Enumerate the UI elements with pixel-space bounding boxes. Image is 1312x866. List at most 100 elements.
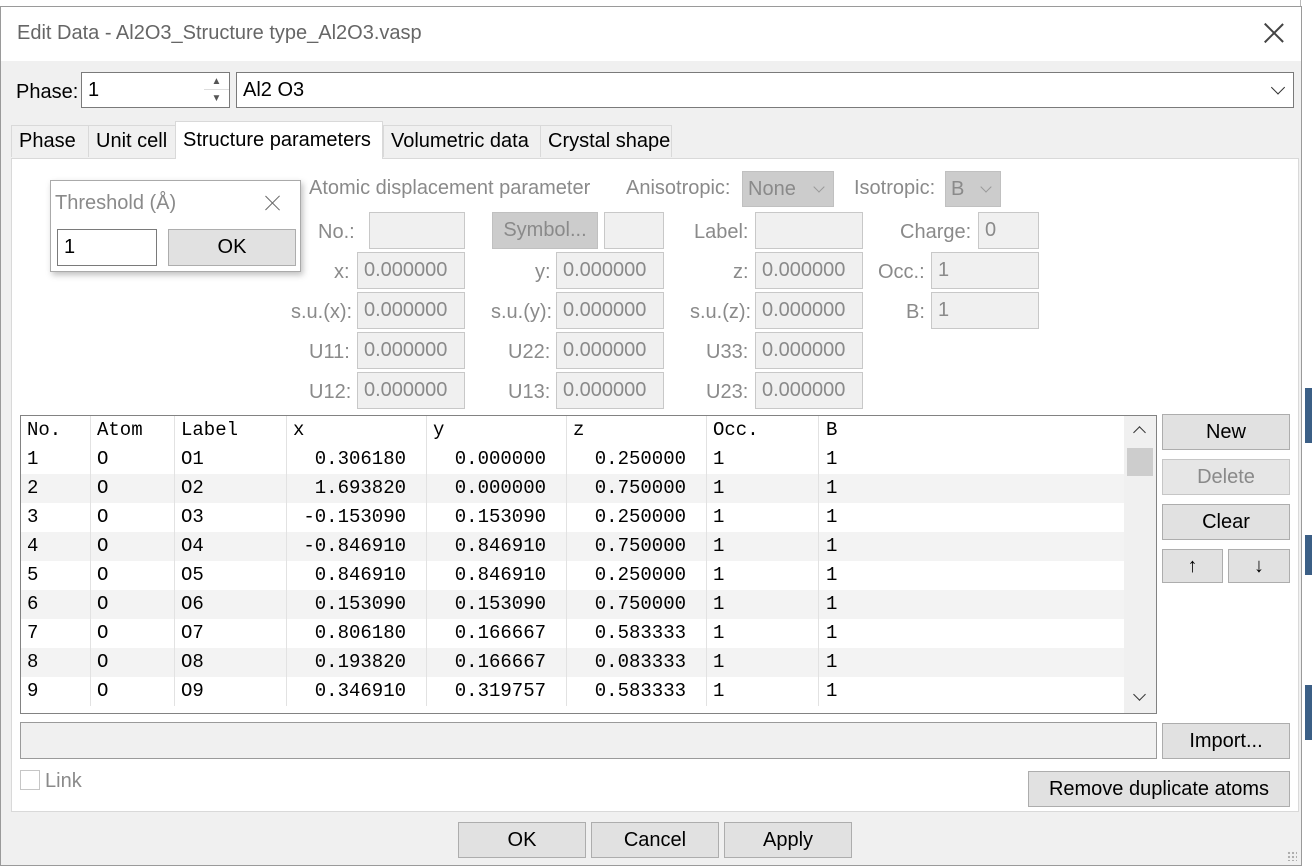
cell-x: -0.153090 <box>303 506 406 528</box>
arrow-up-icon: ↑ <box>1187 554 1198 577</box>
u12-field[interactable]: 0.000000 <box>357 372 465 409</box>
x-field[interactable]: 0.000000 <box>357 252 465 289</box>
import-button-label: Import... <box>1189 729 1263 752</box>
suy-value: 0.000000 <box>563 299 647 321</box>
isotropic-select[interactable]: B <box>945 171 1001 207</box>
u33-value: 0.000000 <box>762 339 846 361</box>
arrow-down-icon: ↓ <box>1254 554 1264 577</box>
table-scrollbar[interactable] <box>1124 416 1156 713</box>
no-field[interactable] <box>369 212 465 249</box>
scroll-thumb[interactable] <box>1127 448 1153 476</box>
close-icon[interactable] <box>263 193 283 213</box>
resize-grip-icon[interactable] <box>1287 851 1297 861</box>
column-divider <box>818 474 819 503</box>
table-row[interactable]: 1 O O1 0.306180 0.000000 0.250000 1 1 <box>21 445 1125 474</box>
u33-field[interactable]: 0.000000 <box>755 332 863 369</box>
u11-value: 0.000000 <box>364 339 448 361</box>
column-divider <box>90 648 91 677</box>
header-no[interactable]: No. <box>27 419 61 441</box>
header-label[interactable]: Label <box>181 419 238 441</box>
threshold-value: 1 <box>64 236 76 258</box>
cell-b: 1 <box>826 680 838 702</box>
header-z[interactable]: z <box>573 419 584 441</box>
suz-label: s.u.(z): <box>690 301 752 323</box>
symbol-field[interactable] <box>604 212 664 249</box>
b-label: B: <box>906 301 925 323</box>
table-row[interactable]: 9 O O9 0.346910 0.319757 0.583333 1 1 <box>21 677 1125 706</box>
column-divider <box>706 648 707 677</box>
threshold-input[interactable]: 1 <box>57 229 157 266</box>
suy-field[interactable]: 0.000000 <box>556 292 664 329</box>
y-field[interactable]: 0.000000 <box>556 252 664 289</box>
header-y[interactable]: y <box>433 419 444 441</box>
cell-label: O8 <box>181 651 204 673</box>
z-field[interactable]: 0.000000 <box>755 252 863 289</box>
tab-structure-parameters[interactable]: Structure parameters <box>175 121 383 159</box>
label-field[interactable] <box>755 212 863 249</box>
symbol-button[interactable]: Symbol... <box>492 212 598 249</box>
header-atom[interactable]: Atom <box>97 419 143 441</box>
new-button[interactable]: New <box>1162 414 1290 450</box>
cell-occ: 1 <box>713 593 725 615</box>
cell-label: O4 <box>181 535 204 557</box>
column-divider <box>566 416 567 445</box>
import-button[interactable]: Import... <box>1162 723 1290 759</box>
scroll-up-icon[interactable] <box>1133 426 1146 439</box>
threshold-ok-button[interactable]: OK <box>168 229 296 266</box>
column-divider <box>90 445 91 474</box>
u23-label: U23: <box>706 381 749 403</box>
ok-button[interactable]: OK <box>458 822 586 858</box>
apply-button[interactable]: Apply <box>724 822 852 858</box>
phase-number-input[interactable]: 1 <box>81 72 205 108</box>
u22-label: U22: <box>508 341 551 363</box>
clear-button[interactable]: Clear <box>1162 504 1290 540</box>
u23-field[interactable]: 0.000000 <box>755 372 863 409</box>
cell-b: 1 <box>826 477 838 499</box>
occ-field[interactable]: 1 <box>931 252 1039 289</box>
atom-table[interactable]: No. Atom Label x y z Occ. B 1 O O1 0.306180… <box>20 415 1157 714</box>
phase-spinner[interactable]: ▲ ▼ <box>204 72 230 108</box>
spin-up-icon[interactable]: ▲ <box>204 73 229 90</box>
u13-field[interactable]: 0.000000 <box>556 372 664 409</box>
link-checkbox[interactable] <box>20 770 40 790</box>
table-row[interactable]: 5 O O5 0.846910 0.846910 0.250000 1 1 <box>21 561 1125 590</box>
charge-field[interactable]: 0 <box>978 212 1039 249</box>
u22-field[interactable]: 0.000000 <box>556 332 664 369</box>
header-x[interactable]: x <box>293 419 304 441</box>
table-row[interactable]: 3 O O3 -0.153090 0.153090 0.250000 1 1 <box>21 503 1125 532</box>
table-row[interactable]: 8 O O8 0.193820 0.166667 0.083333 1 1 <box>21 648 1125 677</box>
tab-volumetric-data[interactable]: Volumetric data <box>383 125 541 157</box>
u11-field[interactable]: 0.000000 <box>357 332 465 369</box>
phase-name-combo[interactable]: Al2 O3 <box>236 72 1294 108</box>
sux-field[interactable]: 0.000000 <box>357 292 465 329</box>
cell-atom: O <box>97 448 109 470</box>
move-up-button[interactable]: ↑ <box>1162 549 1223 583</box>
cell-no: 5 <box>27 564 39 586</box>
table-row[interactable]: 7 O O7 0.806180 0.166667 0.583333 1 1 <box>21 619 1125 648</box>
spin-down-icon[interactable]: ▼ <box>204 90 229 107</box>
move-down-button[interactable]: ↓ <box>1228 549 1290 583</box>
cell-no: 4 <box>27 535 39 557</box>
remove-duplicate-atoms-button[interactable]: Remove duplicate atoms <box>1028 771 1290 807</box>
close-icon[interactable] <box>1261 20 1287 46</box>
import-path-field[interactable] <box>20 722 1157 759</box>
table-row[interactable]: 6 O O6 0.153090 0.153090 0.750000 1 1 <box>21 590 1125 619</box>
header-b[interactable]: B <box>826 419 837 441</box>
table-row[interactable]: 2 O O2 1.693820 0.000000 0.750000 1 1 <box>21 474 1125 503</box>
header-occ[interactable]: Occ. <box>713 419 759 441</box>
delete-button[interactable]: Delete <box>1162 459 1290 495</box>
column-divider <box>90 677 91 706</box>
cancel-button[interactable]: Cancel <box>591 822 719 858</box>
anisotropic-select[interactable]: None <box>742 171 834 207</box>
tab-crystal-shape[interactable]: Crystal shape <box>540 125 672 157</box>
tab-unit-cell[interactable]: Unit cell <box>88 125 176 157</box>
table-row[interactable]: 4 O O4 -0.846910 0.846910 0.750000 1 1 <box>21 532 1125 561</box>
scroll-down-icon[interactable] <box>1133 688 1146 701</box>
tab-phase[interactable]: Phase <box>11 125 89 157</box>
column-divider <box>174 561 175 590</box>
cell-z: 0.250000 <box>594 506 686 528</box>
column-divider <box>706 619 707 648</box>
suz-field[interactable]: 0.000000 <box>755 292 863 329</box>
b-field[interactable]: 1 <box>931 292 1039 329</box>
cell-z: 0.083333 <box>594 651 686 673</box>
